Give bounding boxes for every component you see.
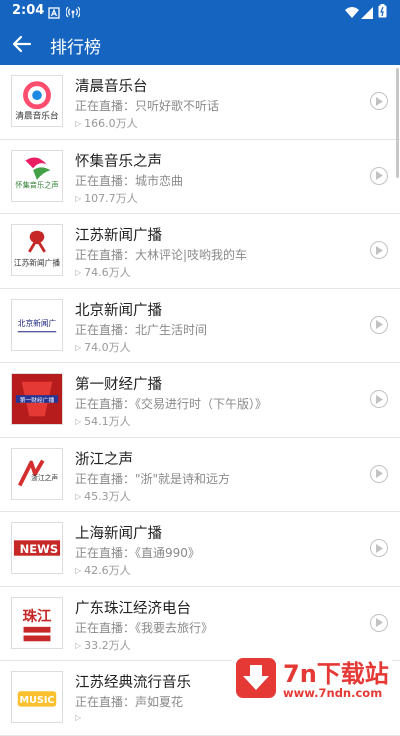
watermark-url: www.7ndn.com (283, 686, 383, 700)
station-item[interactable]: 清晨音乐台 清晨音乐台 正在直播：只听好歌不听话 ▷ 166.0万人 (0, 65, 400, 140)
listener-count: ▷ 166.0万人 (75, 117, 138, 130)
shanghai-news-logo: NEWS (11, 522, 63, 574)
station-name: 江苏经典流行音乐 (75, 675, 191, 691)
station-live-program: 正在直播：《交易进行时（下午版）》 (75, 397, 268, 411)
play-button[interactable] (370, 539, 388, 557)
svg-text:第一财经广播: 第一财经广播 (20, 396, 55, 404)
listener-count: ▷ 107.7万人 (75, 191, 138, 205)
play-button[interactable] (370, 241, 388, 259)
download-arrow-icon (236, 658, 276, 698)
station-name: 江苏新闻广播 (75, 228, 162, 244)
status-time: 2:04 (12, 3, 45, 18)
svg-text:NEWS: NEWS (20, 542, 59, 556)
play-count-icon: ▷ (75, 566, 82, 575)
station-item[interactable]: 第一财经广播 第一财经广播 正在直播：《交易进行时（下午版）》 ▷ 54.1万人 (0, 363, 400, 438)
listener-count: ▷ 74.6万人 (75, 266, 131, 279)
listener-count: ▷ 42.6万人 (75, 564, 131, 577)
station-name: 北京新闻广播 (75, 302, 162, 319)
station-item[interactable]: 珠江 广东珠江经济电台 正在直播：《我要去旅行》 ▷ 33.2万人 (0, 587, 400, 661)
listener-count: ▷ (75, 711, 84, 724)
play-count-icon: ▷ (75, 268, 82, 277)
broadcast-icon (65, 4, 81, 23)
notification-icon (48, 4, 60, 23)
listener-count: ▷ 54.1万人 (75, 415, 131, 428)
station-item[interactable]: NEWS 上海新闻广播 正在直播：《直通990》 ▷ 42.6万人 (0, 512, 400, 587)
svg-text:MUSIC: MUSIC (20, 695, 55, 706)
play-count-icon: ▷ (75, 417, 82, 426)
station-item[interactable]: 浙江之声 浙江之声 正在直播："浙"就是诗和远方 ▷ 45.3万人 (0, 438, 400, 512)
station-live-program: 正在直播：城市恋曲 (75, 173, 184, 188)
play-button[interactable] (370, 613, 388, 632)
jiangsu-news-logo: 江苏新闻广播 (11, 224, 63, 276)
station-name: 第一财经广播 (75, 377, 162, 393)
play-count-icon: ▷ (75, 342, 82, 352)
play-count-icon: ▷ (75, 491, 82, 501)
station-name: 广东珠江经济电台 (75, 600, 191, 617)
station-live-program: 正在直播：只听好歌不听话 (75, 99, 220, 113)
svg-text:怀集音乐之声: 怀集音乐之声 (15, 180, 58, 189)
play-count-icon: ▷ (75, 713, 82, 722)
station-list: 清晨音乐台 清晨音乐台 正在直播：只听好歌不听话 ▷ 166.0万人 怀集音乐之声… (0, 65, 400, 736)
page-title: 排行榜 (50, 38, 101, 58)
beijing-news-logo: 北京新闻广 (11, 298, 63, 351)
svg-text:江苏新闻广播: 江苏新闻广播 (14, 257, 60, 267)
play-count-icon: ▷ (75, 640, 82, 650)
station-item[interactable]: 北京新闻广 北京新闻广播 正在直播：北广生活时间 ▷ 74.0万人 (0, 289, 400, 363)
station-live-program: 正在直播："浙"就是诗和远方 (75, 471, 231, 486)
zhujiang-logo: 珠江 (11, 596, 63, 649)
listener-count: ▷ 45.3万人 (75, 489, 131, 503)
svg-text:珠江: 珠江 (23, 607, 52, 625)
station-live-program: 正在直播：北广生活时间 (75, 322, 208, 337)
back-arrow-icon[interactable] (10, 32, 34, 56)
yicai-logo: 第一财经广播 (11, 373, 63, 425)
svg-text:清晨音乐台: 清晨音乐台 (15, 109, 58, 121)
play-button[interactable] (370, 166, 388, 185)
qingchen-logo: 清晨音乐台 (11, 75, 63, 127)
scrollbar[interactable] (396, 68, 399, 178)
station-name: 上海新闻广播 (75, 526, 162, 542)
station-name: 清晨音乐台 (75, 79, 148, 95)
play-button[interactable] (370, 464, 388, 483)
site-watermark: 7n下载站 www.7ndn.com (232, 652, 392, 706)
station-live-program: 正在直播：声如夏花 (75, 695, 184, 709)
play-count-icon: ▷ (75, 193, 82, 203)
play-button[interactable] (370, 315, 388, 334)
station-name: 浙江之声 (75, 451, 133, 468)
station-name: 怀集音乐之声 (75, 153, 162, 170)
svg-text:北京新闻广: 北京新闻广 (18, 317, 57, 327)
play-button[interactable] (370, 92, 388, 110)
watermark-title: 7n下载站 (283, 660, 389, 688)
station-live-program: 正在直播：《直通990》 (75, 546, 200, 560)
jiangsu-music-logo: MUSIC (11, 671, 63, 723)
listener-count: ▷ 33.2万人 (75, 638, 131, 652)
listener-count: ▷ 74.0万人 (75, 340, 131, 354)
zhejiang-logo: 浙江之声 (11, 447, 63, 500)
huaiji-logo: 怀集音乐之声 (11, 149, 63, 202)
station-item[interactable]: 江苏新闻广播 江苏新闻广播 正在直播：大林评论|吱哟我的车 ▷ 74.6万人 (0, 214, 400, 289)
station-live-program: 正在直播：大林评论|吱哟我的车 (75, 248, 248, 262)
play-button[interactable] (370, 390, 388, 408)
signal-icon (361, 4, 373, 23)
play-count-icon: ▷ (75, 119, 82, 128)
station-live-program: 正在直播：《我要去旅行》 (75, 620, 214, 635)
station-item[interactable]: 怀集音乐之声 怀集音乐之声 正在直播：城市恋曲 ▷ 107.7万人 (0, 140, 400, 214)
wifi-icon (345, 4, 359, 23)
battery-icon (378, 3, 387, 22)
status-bar: 2:04 (0, 0, 400, 22)
svg-text:浙江之声: 浙江之声 (31, 472, 58, 481)
app-bar: 排行榜 (0, 22, 400, 65)
